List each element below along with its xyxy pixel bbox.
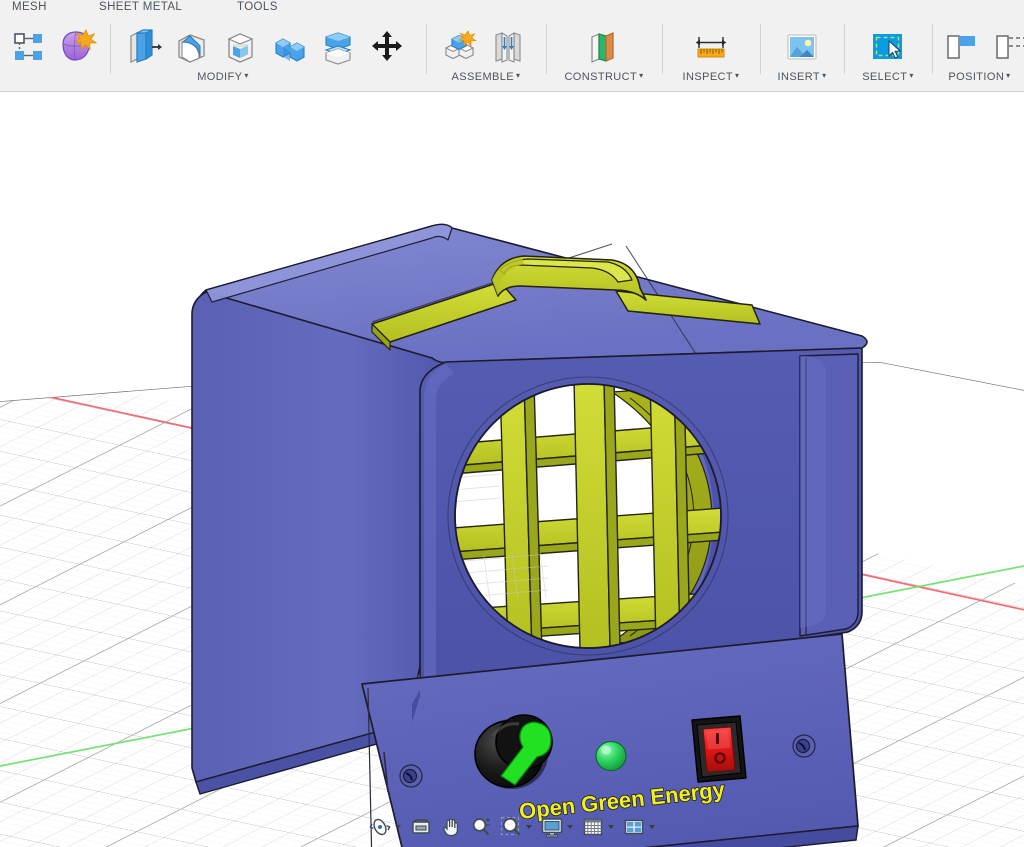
- press-pull-icon[interactable]: [120, 24, 164, 70]
- chevron-down-icon: ▾: [244, 71, 249, 80]
- status-led: [595, 740, 627, 772]
- chevron-down-icon[interactable]: [524, 814, 535, 840]
- combine-icon[interactable]: [267, 24, 311, 70]
- panel-title-modify[interactable]: MODIFY ▾: [74, 71, 372, 83]
- panel-separator: [662, 24, 663, 74]
- panel-construct: CONSTRUCT ▾: [550, 18, 658, 91]
- tab-sheet-metal[interactable]: SHEET METAL: [99, 1, 182, 13]
- mesh-modify-icon[interactable]: [55, 24, 99, 70]
- measure-icon[interactable]: [689, 24, 733, 70]
- panel-separator: [546, 24, 547, 74]
- panel-title-position[interactable]: POSITION ▾: [935, 71, 1024, 83]
- panel-title-select-label: SELECT: [862, 71, 908, 83]
- panel-title-assemble-label: ASSEMBLE: [451, 71, 515, 83]
- panel-title-construct-label: CONSTRUCT: [564, 71, 638, 83]
- panel-screw-left: [399, 764, 423, 788]
- panel-insert: INSERT ▾: [763, 18, 841, 91]
- select-window-icon[interactable]: [866, 24, 910, 70]
- panel-separator: [844, 24, 845, 74]
- orbit-icon[interactable]: [367, 814, 393, 840]
- split-face-icon[interactable]: [316, 24, 360, 70]
- chevron-down-icon[interactable]: [606, 814, 617, 840]
- grid-snaps-group: [578, 814, 619, 840]
- panel-title-insert[interactable]: INSERT ▾: [763, 71, 841, 83]
- insert-image-icon[interactable]: [780, 24, 824, 70]
- chevron-down-icon[interactable]: [565, 814, 576, 840]
- zoom-window-icon[interactable]: [498, 814, 524, 840]
- create-mesh-icon[interactable]: [6, 24, 50, 70]
- joint-icon[interactable]: [486, 24, 530, 70]
- power-rocker-switch[interactable]: [691, 715, 747, 783]
- panel-position: POSITION ▾: [935, 18, 1024, 91]
- align-left-icon[interactable]: [939, 24, 983, 70]
- model-canvas[interactable]: Open Green Energy: [0, 92, 1024, 847]
- zoom-icon[interactable]: [468, 814, 494, 840]
- shell-icon[interactable]: [218, 24, 262, 70]
- panel-title-insert-label: INSERT: [777, 71, 821, 83]
- chevron-down-icon[interactable]: [647, 814, 658, 840]
- new-component-icon[interactable]: [437, 24, 481, 70]
- pan-group: [436, 814, 466, 840]
- panel-title-inspect[interactable]: INSPECT ▾: [665, 71, 757, 83]
- chevron-down-icon: ▾: [639, 71, 644, 80]
- fusion-360-window: MESH SHEET METAL TOOLS MODIFY ▾ ASSEMBLE…: [0, 0, 1024, 847]
- ribbon-tab-row: MESH SHEET METAL TOOLS: [0, 0, 1024, 18]
- viewports-group: [619, 814, 660, 840]
- chevron-down-icon: ▾: [735, 71, 740, 80]
- panel-separator: [110, 24, 111, 74]
- offset-plane-icon[interactable]: [581, 24, 625, 70]
- panel-title-assemble[interactable]: ASSEMBLE ▾: [430, 71, 542, 83]
- chevron-down-icon[interactable]: [393, 814, 404, 840]
- panel-title-inspect-label: INSPECT: [682, 71, 734, 83]
- panel-separator: [760, 24, 761, 74]
- pan-hand-icon[interactable]: [438, 814, 464, 840]
- panel-title-modify-label: MODIFY: [197, 71, 243, 83]
- switch-marking-on: [716, 733, 719, 744]
- panel-separator: [932, 24, 933, 74]
- chevron-down-icon: ▾: [516, 71, 521, 80]
- chevron-down-icon: ▾: [909, 71, 914, 80]
- fillet-icon[interactable]: [169, 24, 213, 70]
- right-inner-wall-shade: [800, 355, 826, 628]
- tab-mesh[interactable]: MESH: [12, 1, 47, 13]
- panel-title-construct[interactable]: CONSTRUCT ▾: [550, 71, 658, 83]
- orbit-group: [365, 814, 406, 840]
- chevron-down-icon: ▾: [1006, 71, 1011, 80]
- zoom-window-group: [496, 814, 537, 840]
- panel-title-position-label: POSITION: [948, 71, 1005, 83]
- align-right-icon[interactable]: [988, 24, 1024, 70]
- ribbon-toolbar: MESH SHEET METAL TOOLS MODIFY ▾ ASSEMBLE…: [0, 0, 1024, 92]
- look-at-group: [406, 814, 436, 840]
- look-at-icon[interactable]: [408, 814, 434, 840]
- grid-snaps-icon[interactable]: [580, 814, 606, 840]
- panel-separator: [426, 24, 427, 74]
- move-copy-icon[interactable]: [365, 24, 409, 70]
- display-settings-group: [537, 814, 578, 840]
- panel-screw-right: [792, 734, 816, 758]
- display-settings-icon[interactable]: [539, 814, 565, 840]
- tab-tools[interactable]: TOOLS: [237, 1, 278, 13]
- panel-modify: MODIFY ▾: [112, 18, 410, 91]
- chevron-down-icon: ▾: [822, 71, 827, 80]
- panel-inspect: INSPECT ▾: [665, 18, 757, 91]
- panel-select: SELECT ▾: [847, 18, 929, 91]
- zoom-group: [466, 814, 496, 840]
- air-purifier-model[interactable]: Open Green Energy: [191, 223, 868, 847]
- cad-viewport[interactable]: Open Green Energy: [0, 92, 1024, 847]
- panel-assemble: ASSEMBLE ▾: [430, 18, 542, 91]
- panel-title-select[interactable]: SELECT ▾: [847, 71, 929, 83]
- viewports-icon[interactable]: [621, 814, 647, 840]
